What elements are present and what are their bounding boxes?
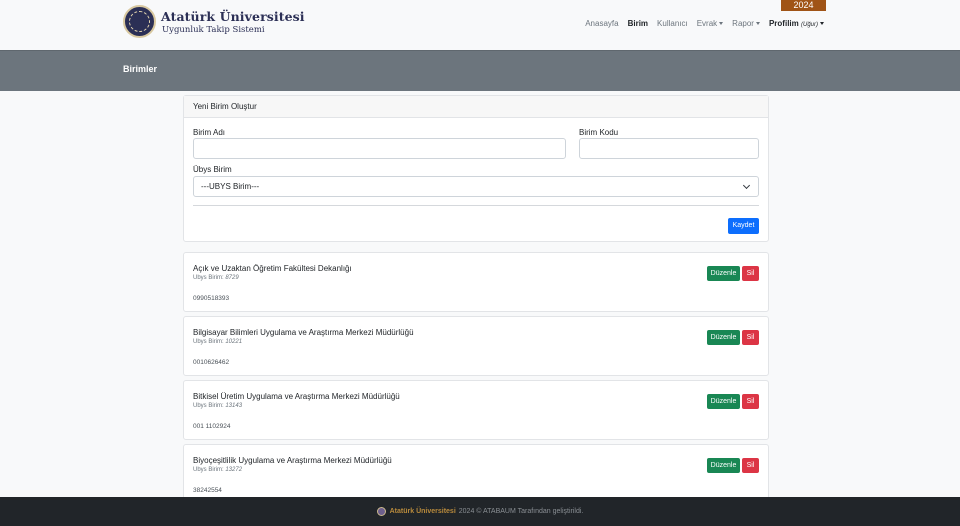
unit-name: Açık ve Uzaktan Öğretim Fakültesi Dekanl… [193, 264, 352, 273]
unit-code-input[interactable] [579, 138, 759, 159]
ubys-unit-selected: ---UBYS Birim--- [201, 182, 260, 191]
unit-ubys: Ubys Birim: 10221 [193, 339, 243, 345]
main-nav: Anasayfa Birim Kullanıcı Evrak Rapor Pro… [576, 19, 824, 28]
edit-button[interactable]: Düzenle [707, 458, 740, 473]
unit-card: Bitkisel Üretim Uygulama ve Araştırma Me… [183, 380, 769, 440]
nav-item-profile[interactable]: Profilim (Uğur) [769, 19, 824, 28]
unit-code: 0990518393 [193, 295, 230, 302]
footer-brand: Atatürk Üniversitesi [389, 508, 456, 515]
unit-ubys: Ubys Birim: 13143 [193, 403, 243, 409]
chevron-down-icon [742, 181, 751, 190]
caret-down-icon [719, 22, 724, 25]
unit-name: Bitkisel Üretim Uygulama ve Araştırma Me… [193, 392, 400, 401]
unit-card: Bilgisayar Bilimleri Uygulama ve Araştır… [183, 316, 769, 376]
edit-button[interactable]: Düzenle [707, 394, 740, 409]
ubys-unit-label: Übys Birim [193, 165, 232, 174]
unit-code: 001 1102924 [193, 423, 231, 430]
year-badge: 2024 [781, 0, 826, 11]
top-navbar: Atatürk Üniversitesi Uygunluk Takip Sist… [0, 0, 960, 50]
unit-name: Biyoçeşitlilik Uygulama ve Araştırma Mer… [193, 456, 392, 465]
caret-down-icon [755, 22, 760, 25]
delete-button[interactable]: Sil [742, 330, 759, 345]
new-unit-form-card: Yeni Birim Oluştur Birim Adı Birim Kodu … [183, 95, 769, 242]
nav-item-anasayfa[interactable]: Anasayfa [585, 19, 618, 28]
university-logo-icon[interactable] [123, 5, 156, 38]
profile-username: (Uğur) [800, 22, 818, 28]
form-divider [193, 205, 759, 206]
brand-subtitle: Uygunluk Takip Sistemi [162, 25, 265, 35]
page-title: Birimler [123, 64, 158, 74]
unit-ubys: Ubys Birim: 13272 [193, 467, 243, 473]
nav-item-birim[interactable]: Birim [628, 19, 648, 28]
edit-button[interactable]: Düzenle [707, 330, 740, 345]
page-header-band: Birimler [0, 50, 960, 91]
nav-item-evrak[interactable]: Evrak [697, 19, 724, 28]
unit-code: 0010626462 [193, 359, 230, 366]
unit-name-label: Birim Adı [193, 128, 226, 137]
university-logo-icon [376, 507, 386, 516]
delete-button[interactable]: Sil [742, 266, 759, 281]
unit-name-input[interactable] [193, 138, 566, 159]
nav-item-kullanici[interactable]: Kullanıcı [657, 19, 688, 28]
page-footer: Atatürk Üniversitesi 2024 © ATABAUM Tara… [0, 497, 960, 526]
unit-code-label: Birim Kodu [579, 128, 619, 137]
unit-card: Açık ve Uzaktan Öğretim Fakültesi Dekanl… [183, 252, 769, 312]
unit-ubys: Ubys Birim: 8729 [193, 275, 239, 281]
save-button[interactable]: Kaydet [728, 218, 759, 234]
form-card-header: Yeni Birim Oluştur [184, 96, 768, 118]
unit-name: Bilgisayar Bilimleri Uygulama ve Araştır… [193, 328, 414, 337]
delete-button[interactable]: Sil [742, 458, 759, 473]
brand-title[interactable]: Atatürk Üniversitesi [161, 9, 305, 24]
nav-item-rapor[interactable]: Rapor [732, 19, 760, 28]
footer-text: 2024 © ATABAUM Tarafından geliştirildi. [458, 508, 584, 515]
delete-button[interactable]: Sil [742, 394, 759, 409]
ubys-unit-select[interactable]: ---UBYS Birim--- [193, 176, 759, 197]
caret-down-icon [820, 22, 824, 25]
edit-button[interactable]: Düzenle [707, 266, 740, 281]
unit-code: 38242554 [193, 487, 222, 494]
unit-card: Biyoçeşitlilik Uygulama ve Araştırma Mer… [183, 444, 769, 504]
